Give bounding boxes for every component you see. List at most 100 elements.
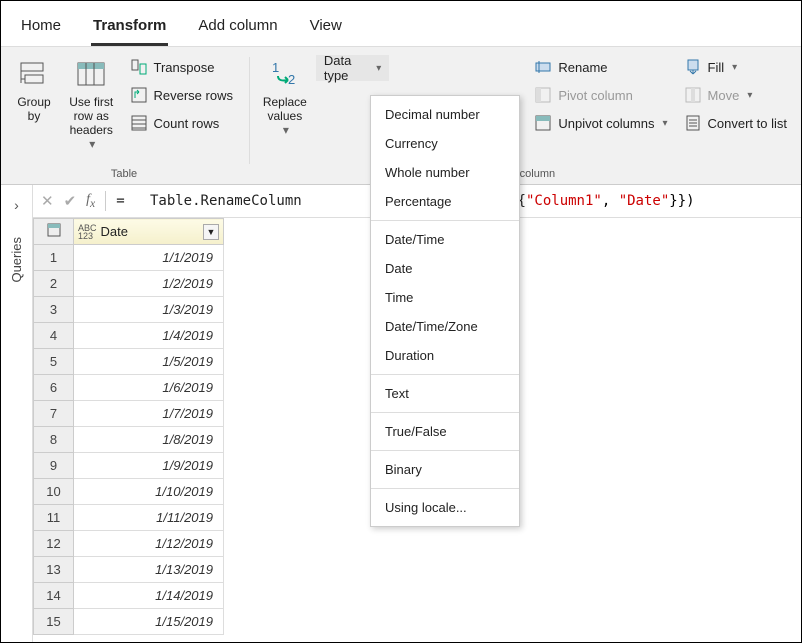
menu-decimal-number[interactable]: Decimal number bbox=[371, 100, 519, 129]
unpivot-icon bbox=[534, 114, 552, 132]
column-filter-button[interactable]: ▼ bbox=[203, 224, 219, 240]
reverse-rows-icon bbox=[130, 86, 148, 104]
replace-values-icon: 12 bbox=[268, 57, 302, 91]
replace-values-button[interactable]: 12 Replace values ▾ bbox=[258, 53, 312, 141]
row-number[interactable]: 4 bbox=[34, 323, 74, 349]
chevron-down-icon: ▾ bbox=[376, 63, 381, 74]
data-cell[interactable]: 1/12/2019 bbox=[74, 531, 224, 557]
chevron-down-icon: ▾ bbox=[283, 123, 289, 137]
chevron-down-icon: ▾ bbox=[662, 118, 667, 129]
menu-currency[interactable]: Currency bbox=[371, 129, 519, 158]
data-cell[interactable]: 1/8/2019 bbox=[74, 427, 224, 453]
menu-text[interactable]: Text bbox=[371, 379, 519, 408]
count-rows-button[interactable]: Count rows bbox=[126, 111, 237, 135]
row-number[interactable]: 7 bbox=[34, 401, 74, 427]
move-button: Move ▾ bbox=[680, 83, 791, 107]
queries-label: Queries bbox=[9, 237, 24, 283]
chevron-down-icon: ▾ bbox=[747, 90, 752, 101]
row-number[interactable]: 11 bbox=[34, 505, 74, 531]
row-number[interactable]: 10 bbox=[34, 479, 74, 505]
data-cell[interactable]: 1/1/2019 bbox=[74, 245, 224, 271]
row-number[interactable]: 1 bbox=[34, 245, 74, 271]
menu-whole-number[interactable]: Whole number bbox=[371, 158, 519, 187]
menu-divider bbox=[371, 374, 519, 375]
chevron-down-icon: ▾ bbox=[89, 137, 95, 151]
rename-icon bbox=[534, 58, 552, 76]
use-first-row-button[interactable]: Use first row as headers ▾ bbox=[61, 53, 122, 155]
menu-divider bbox=[371, 450, 519, 451]
unpivot-columns-button[interactable]: Unpivot columns ▾ bbox=[530, 111, 671, 135]
group-by-button[interactable]: Group by bbox=[7, 53, 61, 127]
tab-view[interactable]: View bbox=[308, 13, 344, 46]
pivot-column-button: Pivot column bbox=[530, 83, 671, 107]
row-number[interactable]: 14 bbox=[34, 583, 74, 609]
formula-cancel-icon[interactable]: ✕ bbox=[41, 192, 54, 210]
menu-binary[interactable]: Binary bbox=[371, 455, 519, 484]
fill-down-icon bbox=[684, 58, 702, 76]
row-number[interactable]: 15 bbox=[34, 609, 74, 635]
row-number[interactable]: 3 bbox=[34, 297, 74, 323]
fx-icon[interactable]: fx bbox=[86, 192, 95, 210]
ribbon-tabs: Home Transform Add column View bbox=[1, 1, 801, 47]
data-cell[interactable]: 1/5/2019 bbox=[74, 349, 224, 375]
row-number[interactable]: 8 bbox=[34, 427, 74, 453]
data-cell[interactable]: 1/3/2019 bbox=[74, 297, 224, 323]
row-number[interactable]: 2 bbox=[34, 271, 74, 297]
rename-button[interactable]: Rename bbox=[530, 55, 671, 79]
column-header-label: Date bbox=[101, 224, 128, 239]
row-number[interactable]: 5 bbox=[34, 349, 74, 375]
data-cell[interactable]: 1/4/2019 bbox=[74, 323, 224, 349]
data-type-dropdown: Decimal number Currency Whole number Per… bbox=[370, 95, 520, 527]
data-cell[interactable]: 1/6/2019 bbox=[74, 375, 224, 401]
row-number[interactable]: 9 bbox=[34, 453, 74, 479]
group-by-icon bbox=[17, 57, 51, 91]
chevron-right-icon: › bbox=[14, 197, 19, 213]
data-cell[interactable]: 1/14/2019 bbox=[74, 583, 224, 609]
table-icon bbox=[47, 223, 61, 237]
menu-datetimezone[interactable]: Date/Time/Zone bbox=[371, 312, 519, 341]
menu-date[interactable]: Date bbox=[371, 254, 519, 283]
data-cell[interactable]: 1/11/2019 bbox=[74, 505, 224, 531]
svg-text:1: 1 bbox=[272, 60, 279, 75]
transpose-icon bbox=[130, 58, 148, 76]
data-cell[interactable]: 1/9/2019 bbox=[74, 453, 224, 479]
column-header-date[interactable]: ABC123 Date ▼ bbox=[74, 219, 224, 245]
pivot-icon bbox=[534, 86, 552, 104]
formula-accept-icon[interactable]: ✔ bbox=[64, 192, 77, 210]
menu-time[interactable]: Time bbox=[371, 283, 519, 312]
select-all-corner[interactable] bbox=[34, 219, 74, 245]
row-number[interactable]: 13 bbox=[34, 557, 74, 583]
menu-duration[interactable]: Duration bbox=[371, 341, 519, 370]
menu-divider bbox=[371, 412, 519, 413]
menu-percentage[interactable]: Percentage bbox=[371, 187, 519, 216]
menu-divider bbox=[371, 488, 519, 489]
data-cell[interactable]: 1/2/2019 bbox=[74, 271, 224, 297]
move-icon bbox=[684, 86, 702, 104]
chevron-down-icon: ▾ bbox=[732, 62, 737, 73]
fill-button[interactable]: Fill ▾ bbox=[680, 55, 791, 79]
datatype-icon[interactable]: ABC123 bbox=[78, 224, 97, 240]
menu-divider bbox=[371, 220, 519, 221]
menu-datetime[interactable]: Date/Time bbox=[371, 225, 519, 254]
data-cell[interactable]: 1/15/2019 bbox=[74, 609, 224, 635]
tab-transform[interactable]: Transform bbox=[91, 13, 168, 46]
svg-text:2: 2 bbox=[288, 72, 295, 87]
tab-add-column[interactable]: Add column bbox=[196, 13, 279, 46]
data-cell[interactable]: 1/13/2019 bbox=[74, 557, 224, 583]
data-cell[interactable]: 1/10/2019 bbox=[74, 479, 224, 505]
reverse-rows-button[interactable]: Reverse rows bbox=[126, 83, 237, 107]
menu-truefalse[interactable]: True/False bbox=[371, 417, 519, 446]
table-header-icon bbox=[74, 57, 108, 91]
data-cell[interactable]: 1/7/2019 bbox=[74, 401, 224, 427]
transpose-button[interactable]: Transpose bbox=[126, 55, 237, 79]
row-number[interactable]: 12 bbox=[34, 531, 74, 557]
row-number[interactable]: 6 bbox=[34, 375, 74, 401]
queries-sidebar[interactable]: › Queries bbox=[1, 185, 33, 642]
data-type-button[interactable]: Data type ▾ bbox=[316, 55, 389, 81]
tab-home[interactable]: Home bbox=[19, 13, 63, 46]
group-label-table: Table bbox=[111, 168, 137, 184]
menu-using-locale[interactable]: Using locale... bbox=[371, 493, 519, 522]
convert-to-list-button[interactable]: Convert to list bbox=[680, 111, 791, 135]
count-rows-icon bbox=[130, 114, 148, 132]
list-icon bbox=[684, 114, 702, 132]
